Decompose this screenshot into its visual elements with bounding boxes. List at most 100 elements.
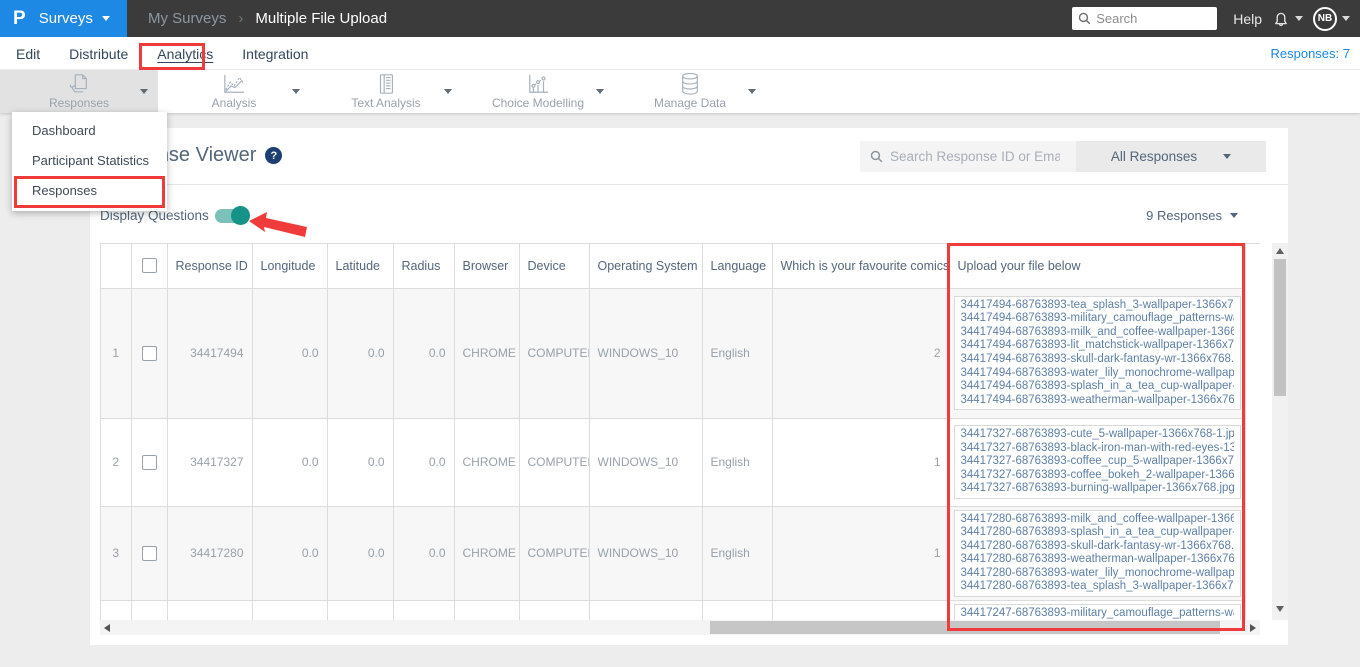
file-link[interactable]: 34417327-68763893-burning-wallpaper-1366…	[961, 482, 1234, 496]
vertical-scroll-thumb[interactable]	[1274, 259, 1286, 396]
file-link[interactable]: 34417280-68763893-skull-dark-fantasy-wr-…	[961, 540, 1234, 554]
menu-item-participant-statistics[interactable]: Participant Statistics	[12, 145, 167, 175]
language-cell	[702, 600, 773, 620]
breadcrumb-my-surveys[interactable]: My Surveys	[148, 10, 226, 27]
column-header-browser[interactable]: Browser	[454, 244, 520, 289]
response-id-link[interactable]: 34417494	[167, 288, 253, 419]
latitude-cell: 0.0	[327, 288, 394, 419]
row-checkbox-cell	[131, 506, 168, 602]
file-link[interactable]: 34417494-68763893-skull-dark-fantasy-wr-…	[961, 353, 1234, 367]
help-link[interactable]: Help	[1233, 11, 1262, 27]
column-header-upload-your-file-below[interactable]: Upload your file below	[949, 244, 1246, 289]
browser-cell: CHROME	[454, 288, 520, 419]
file-link[interactable]: 34417327-68763893-coffee_cup_5-wallpaper…	[961, 455, 1234, 469]
responses-per-page-dropdown[interactable]: 9 Responses	[1146, 208, 1238, 223]
response-id-link[interactable]	[167, 600, 253, 620]
column-header-longitude[interactable]: Longitude	[252, 244, 328, 289]
table-horizontal-scrollbar[interactable]	[100, 620, 1260, 635]
response-search[interactable]	[860, 141, 1076, 172]
menu-item-responses[interactable]: Responses	[12, 175, 167, 205]
chevron-down-icon[interactable]	[748, 89, 756, 94]
tab-distribute[interactable]: Distribute	[69, 46, 128, 62]
file-link[interactable]: 34417494-68763893-tea_splash_3-wallpaper…	[961, 299, 1234, 313]
table-vertical-scrollbar[interactable]	[1272, 243, 1288, 620]
select-all-checkbox[interactable]	[141, 258, 157, 274]
chevron-down-icon[interactable]	[444, 89, 452, 94]
response-id-link[interactable]: 34417327	[167, 418, 253, 507]
survey-tab-bar: Edit Distribute Analytics Integration Respo…	[0, 37, 1360, 70]
column-header-operating-system[interactable]: Operating System	[589, 244, 703, 289]
toolbar-item-choice-modelling[interactable]: Choice Modelling	[462, 70, 614, 113]
upload-files-cell: 34417247-68763893-military_camouflage_pa…	[949, 600, 1246, 620]
tab-edit[interactable]: Edit	[16, 46, 40, 62]
row-checkbox[interactable]	[141, 454, 157, 470]
account-menu[interactable]: NB	[1313, 6, 1350, 31]
horizontal-scroll-thumb[interactable]	[710, 621, 1220, 634]
file-link[interactable]: 34417494-68763893-lit_matchstick-wallpap…	[961, 339, 1234, 353]
file-link[interactable]: 34417280-68763893-water_lily_monochrome-…	[961, 567, 1234, 581]
response-viewer-panel: Response Viewer ? All Responses Display …	[90, 128, 1288, 645]
file-link[interactable]: 34417327-68763893-coffee_bokeh_2-wallpap…	[961, 469, 1234, 483]
responses-count-link[interactable]: Responses: 7	[1271, 37, 1351, 70]
column-header-which-is-your-favourite-comics-[interactable]: Which is your favourite comics?	[772, 244, 950, 289]
questionpro-logo-icon: P	[13, 7, 26, 29]
scroll-left-icon[interactable]	[104, 624, 110, 632]
file-link[interactable]: 34417247-68763893-military_camouflage_pa…	[961, 607, 1234, 620]
display-questions-toggle[interactable]	[215, 206, 250, 225]
chevron-down-icon[interactable]	[596, 89, 604, 94]
all-responses-filter[interactable]: All Responses	[1076, 141, 1266, 172]
browser-cell: CHROME	[454, 418, 520, 507]
file-link[interactable]: 34417280-68763893-splash_in_a_tea_cup-wa…	[961, 526, 1234, 540]
analytics-toolbar: Responses Analysis Text Analysis Choice Mod…	[0, 70, 1360, 113]
file-link[interactable]: 34417494-68763893-weatherman-wallpaper-1…	[961, 394, 1234, 408]
table-row: 34417247-68763893-military_camouflage_pa…	[101, 600, 1246, 620]
column-header-radius[interactable]: Radius	[393, 244, 455, 289]
row-checkbox[interactable]	[141, 345, 157, 361]
file-link[interactable]: 34417494-68763893-splash_in_a_tea_cup-wa…	[961, 380, 1234, 394]
tab-analytics[interactable]: Analytics	[157, 46, 213, 62]
file-link[interactable]: 34417494-68763893-milk_and_coffee-wallpa…	[961, 326, 1234, 340]
radius-cell: 0.0	[393, 506, 455, 602]
language-cell: English	[702, 418, 773, 507]
scroll-right-icon[interactable]	[1250, 624, 1256, 632]
toolbar-item-manage-data[interactable]: Manage Data	[614, 70, 766, 113]
file-link[interactable]: 34417280-68763893-milk_and_coffee-wallpa…	[961, 513, 1234, 527]
favourite-comics-cell: 1	[772, 418, 950, 507]
breadcrumb-survey-title: Multiple File Upload	[255, 10, 388, 27]
toolbar-item-responses[interactable]: Responses	[0, 70, 158, 113]
column-header-response-id[interactable]: Response ID	[167, 244, 253, 289]
file-link[interactable]: 34417494-68763893-water_lily_monochrome-…	[961, 367, 1234, 381]
language-cell: English	[702, 288, 773, 419]
row-checkbox[interactable]	[141, 545, 157, 561]
app-logo-block[interactable]: P Surveys	[0, 0, 127, 37]
scroll-down-icon[interactable]	[1276, 606, 1284, 612]
toolbar-item-label: Manage Data	[653, 96, 727, 110]
help-icon[interactable]: ?	[265, 147, 283, 164]
column-header-select-all[interactable]	[131, 244, 168, 289]
file-link[interactable]: 34417280-68763893-tea_splash_3-wallpaper…	[961, 580, 1234, 594]
chevron-down-icon[interactable]	[292, 89, 300, 94]
column-header-latitude[interactable]: Latitude	[327, 244, 394, 289]
response-id-link[interactable]: 34417280	[167, 506, 253, 602]
file-link[interactable]: 34417327-68763893-cute_5-wallpaper-1366x…	[961, 428, 1234, 442]
table-row: 3344172800.00.00.0CHROMECOMPUTERWINDOWS_…	[101, 506, 1246, 602]
language-cell: English	[702, 506, 773, 602]
chevron-down-icon[interactable]	[140, 89, 148, 94]
file-link[interactable]: 34417494-68763893-military_camouflage_pa…	[961, 312, 1234, 326]
file-link[interactable]: 34417327-68763893-black-iron-man-with-re…	[961, 442, 1234, 456]
global-search-input[interactable]	[1096, 11, 1207, 26]
toolbar-item-label: Choice Modelling	[491, 96, 585, 110]
global-search[interactable]	[1072, 7, 1218, 30]
chevron-down-icon	[1342, 16, 1350, 21]
file-link[interactable]: 34417280-68763893-weatherman-wallpaper-1…	[961, 553, 1234, 567]
toolbar-item-text-analysis[interactable]: Text Analysis	[310, 70, 462, 113]
column-header-row-number[interactable]	[101, 244, 132, 289]
toolbar-item-analysis[interactable]: Analysis	[158, 70, 310, 113]
column-header-device[interactable]: Device	[519, 244, 590, 289]
notifications-control[interactable]	[1272, 9, 1303, 28]
tab-integration[interactable]: Integration	[242, 46, 308, 62]
response-search-input[interactable]	[890, 149, 1060, 164]
menu-item-dashboard[interactable]: Dashboard	[12, 115, 167, 145]
column-header-language[interactable]: Language	[702, 244, 773, 289]
scroll-up-icon[interactable]	[1276, 248, 1284, 254]
